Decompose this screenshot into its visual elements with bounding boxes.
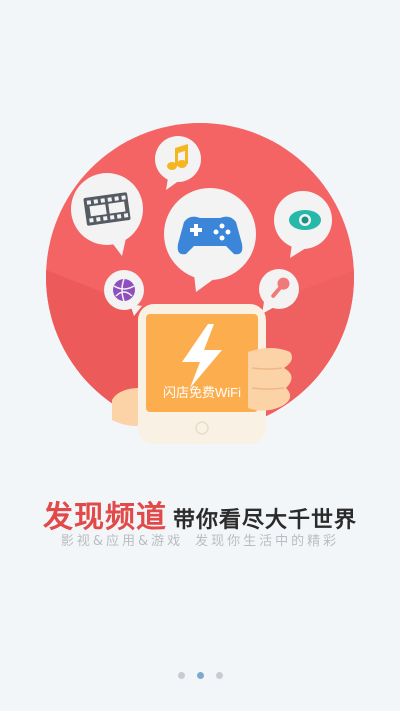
sports-ball-icon [113, 278, 135, 302]
page-dot-2[interactable] [196, 672, 204, 679]
page-indicator [0, 672, 400, 679]
subline-right: 发现你生活中的精彩 [195, 534, 340, 549]
subline-left: 影视&应用&游戏 [60, 534, 184, 549]
page-dot-3[interactable] [215, 672, 223, 679]
eye-icon [289, 210, 321, 230]
onboarding-screen: 闪店免费WiFi 发现频道 带你看尽大千世界 影视&应用&游戏 发现你生活中的精… [0, 0, 400, 711]
page-dot-1[interactable] [177, 672, 185, 679]
subline: 影视&应用&游戏 发现你生活中的精彩 [0, 530, 400, 549]
discover-illustration: 闪店免费WiFi [46, 123, 354, 444]
brand-text: 闪店免费WiFi [163, 385, 241, 400]
phone: 闪店免费WiFi [138, 304, 266, 444]
hand-right [248, 348, 292, 411]
